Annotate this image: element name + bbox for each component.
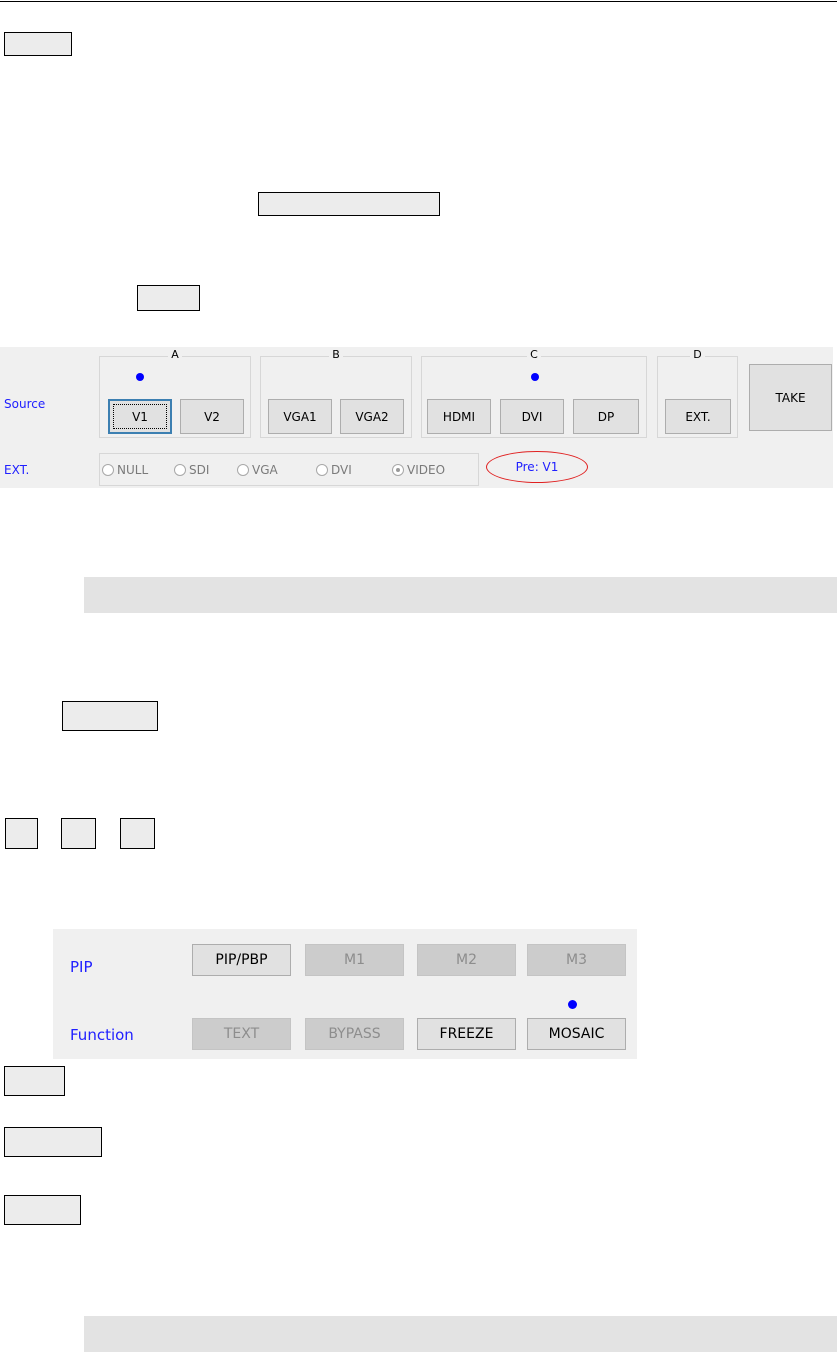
ext-radio-dvi[interactable]: DVI (316, 463, 352, 477)
pip-m3-button[interactable]: M3 (527, 944, 626, 976)
pip-m1-button[interactable]: M1 (305, 944, 404, 976)
group-title-a: A (168, 348, 182, 361)
function-freeze-button[interactable]: FREEZE (417, 1018, 516, 1050)
key-reference-box (4, 1127, 102, 1157)
group-title-c: C (527, 348, 541, 361)
page-top-rule (0, 1, 837, 2)
function-bypass-button[interactable]: BYPASS (305, 1018, 404, 1050)
key-reference-box (258, 192, 440, 216)
ext-radio-label: DVI (331, 463, 352, 477)
ext-radio-label: SDI (189, 463, 210, 477)
source-button-v1[interactable]: V1 (108, 399, 172, 434)
ext-radio-label: VIDEO (407, 463, 446, 477)
preview-status-text: Pre: V1 (515, 460, 559, 474)
active-indicator-dot (568, 1000, 577, 1009)
preview-status-highlight: Pre: V1 (486, 451, 588, 483)
radio-checked-icon (392, 464, 404, 476)
source-button-ext[interactable]: EXT. (665, 399, 731, 434)
radio-circle-icon (174, 464, 186, 476)
radio-circle-icon (102, 464, 114, 476)
source-button-dp[interactable]: DP (573, 399, 639, 434)
take-button[interactable]: TAKE (749, 364, 832, 431)
key-reference-box (4, 32, 72, 56)
source-button-vga2[interactable]: VGA2 (340, 399, 404, 434)
source-group-b: B VGA1 VGA2 (260, 348, 412, 438)
ext-radio-video[interactable]: VIDEO (392, 463, 445, 477)
radio-circle-icon (237, 464, 249, 476)
ext-radio-sdi[interactable]: SDI (174, 463, 209, 477)
key-reference-box (4, 1066, 65, 1096)
source-selection-panel: Source EXT. A V1 V2 B VGA1 VGA2 C HDMI D… (0, 347, 833, 488)
ext-radio-label: NULL (117, 463, 149, 477)
group-title-b: B (329, 348, 343, 361)
radio-circle-icon (316, 464, 328, 476)
source-button-hdmi[interactable]: HDMI (427, 399, 491, 434)
key-reference-box (4, 1195, 81, 1225)
active-indicator-dot (136, 373, 144, 381)
ext-radio-vga[interactable]: VGA (237, 463, 278, 477)
source-button-vga1[interactable]: VGA1 (268, 399, 332, 434)
ext-input-radio-group: NULL SDI VGA DVI VIDEO (99, 453, 479, 486)
source-group-d: D EXT. (657, 348, 738, 438)
key-reference-box (61, 818, 96, 849)
function-text-button[interactable]: TEXT (192, 1018, 291, 1050)
key-reference-box (5, 818, 38, 849)
function-mosaic-button[interactable]: MOSAIC (527, 1018, 626, 1050)
note-bar (84, 1316, 837, 1352)
source-button-dvi[interactable]: DVI (500, 399, 564, 434)
source-row-label: Source (4, 397, 46, 411)
pip-pbp-button[interactable]: PIP/PBP (192, 944, 291, 976)
source-group-c: C HDMI DVI DP (421, 348, 647, 438)
pip-row-label: PIP (70, 958, 93, 976)
key-reference-box (120, 818, 155, 849)
pip-function-panel: PIP Function PIP/PBP M1 M2 M3 TEXT BYPAS… (53, 929, 637, 1059)
source-group-a: A V1 V2 (99, 348, 251, 438)
key-reference-box (62, 701, 158, 731)
group-title-d: D (690, 348, 705, 361)
key-reference-box (137, 285, 200, 311)
ext-radio-label: VGA (252, 463, 278, 477)
pip-m2-button[interactable]: M2 (417, 944, 516, 976)
function-row-label: Function (70, 1026, 134, 1044)
active-indicator-dot (531, 373, 539, 381)
source-button-v2[interactable]: V2 (180, 399, 244, 434)
ext-radio-null[interactable]: NULL (102, 463, 148, 477)
ext-row-label: EXT. (4, 463, 30, 477)
note-bar (84, 577, 837, 613)
